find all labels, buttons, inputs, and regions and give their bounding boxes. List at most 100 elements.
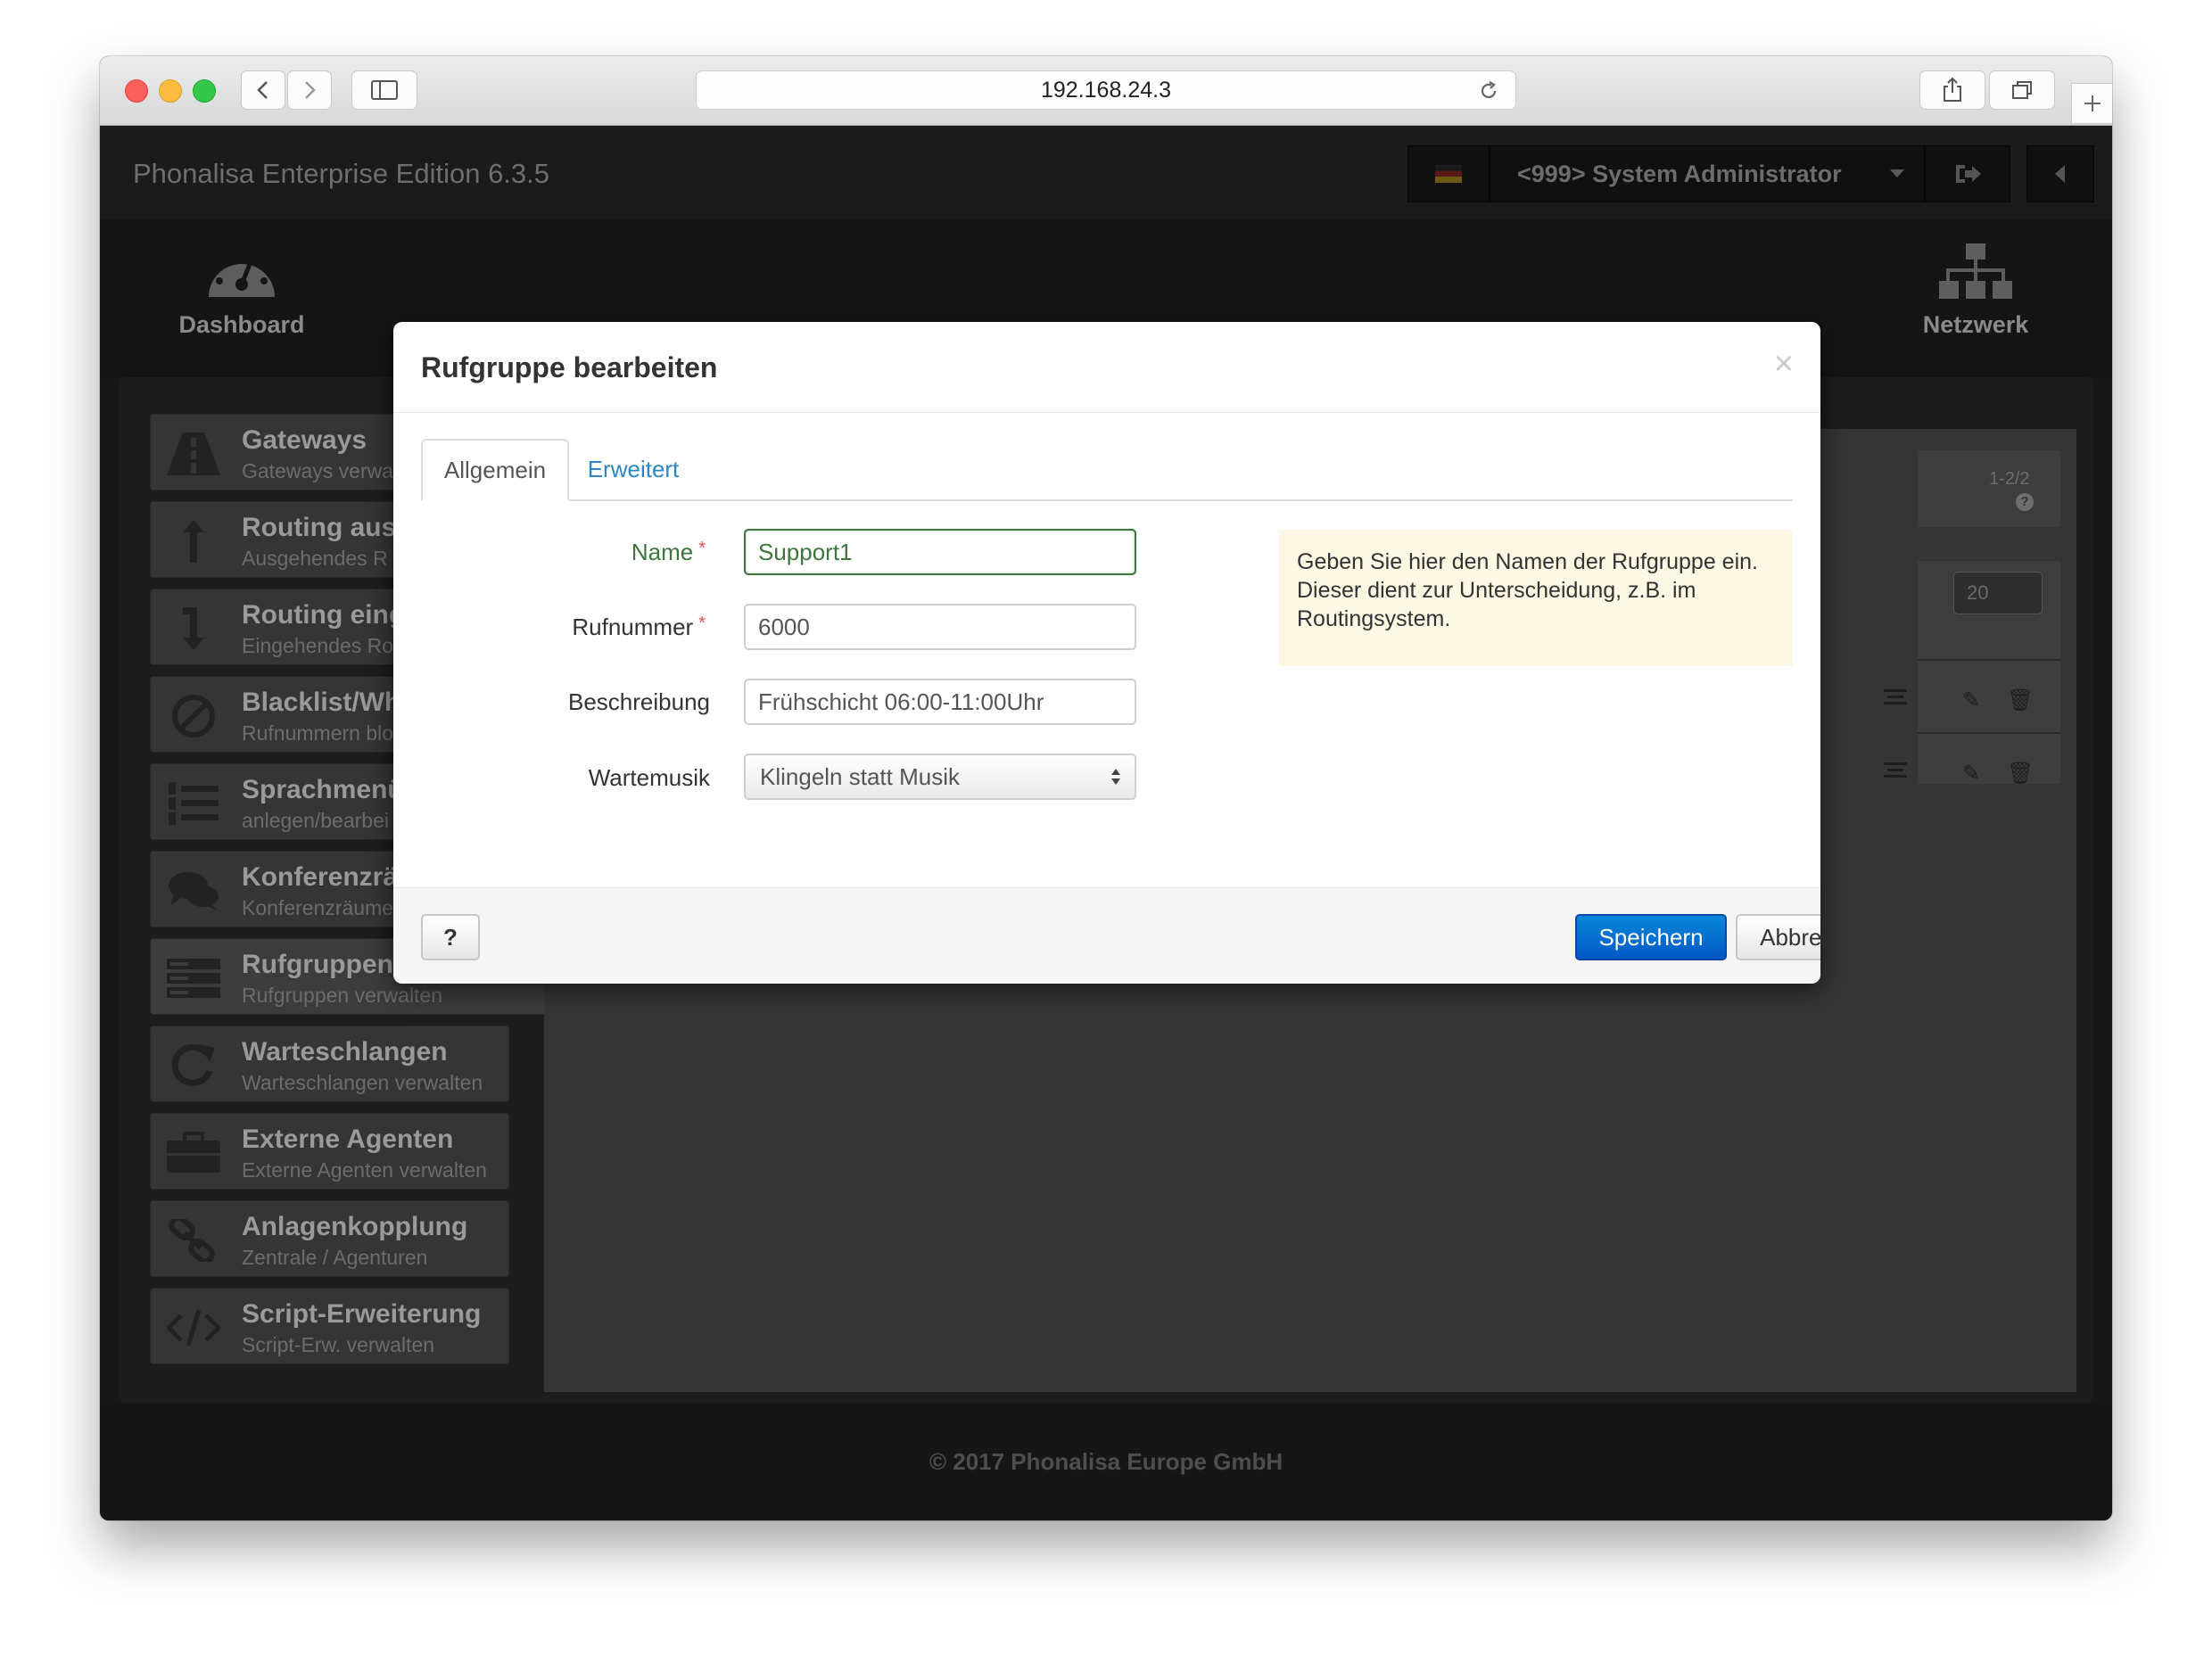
tab-general[interactable]: Allgemein	[421, 439, 569, 501]
description-input[interactable]: Frühschicht 06:00-11:00Uhr	[744, 679, 1136, 725]
number-input[interactable]: 6000	[744, 604, 1136, 650]
share-icon	[1944, 77, 1961, 102]
browser-toolbar: 192.168.24.3	[100, 56, 2112, 126]
logout-button[interactable]	[1925, 145, 2010, 202]
sidebar-item-subtitle: anlegen/bearbei	[242, 809, 389, 832]
number-label-text: Rufnummer	[572, 614, 694, 640]
name-label: Name *	[631, 539, 706, 566]
server-icon	[167, 959, 220, 998]
sidebar-item-subtitle: Zentrale / Agenturen	[242, 1246, 428, 1269]
sidebar-item-title: Rufgruppen	[242, 950, 393, 979]
language-button[interactable]	[1407, 145, 1490, 202]
sidebar-item-title: Blacklist/Wh	[242, 688, 401, 717]
sidebar-item-title: Script-Erweiterung	[242, 1299, 482, 1329]
address-bar[interactable]: 192.168.24.3	[696, 70, 1516, 110]
sidebar-item-script-extension[interactable]: Script-Erweiterung Script-Erw. verwalten	[150, 1288, 509, 1364]
back-button[interactable]	[241, 70, 285, 110]
sidebar-item-subtitle: Script-Erw. verwalten	[242, 1333, 435, 1356]
sidebar-item-subtitle: Externe Agenten verwalten	[242, 1158, 487, 1182]
music-label: Wartemusik	[588, 764, 710, 791]
list-icon[interactable]	[1882, 761, 1909, 780]
german-flag-icon	[1435, 165, 1462, 183]
sidebar-item-subtitle: Gateways verwa	[242, 459, 394, 482]
dashboard-module[interactable]	[205, 243, 278, 306]
share-button[interactable]	[1919, 70, 1985, 110]
sidebar-item-subtitle: Rufnummern blo	[242, 721, 394, 745]
sidebar-item-system-coupling[interactable]: Anlagenkopplung Zentrale / Agenturen	[150, 1200, 509, 1277]
collapse-button[interactable]	[2026, 145, 2094, 202]
save-button[interactable]: Speichern	[1575, 914, 1727, 960]
tabs-icon	[2012, 81, 2032, 99]
application: Phonalisa Enterprise Edition 6.3.5 <999>…	[100, 126, 2112, 1520]
dashboard-label[interactable]: Dashboard	[161, 311, 323, 339]
row-divider	[1918, 732, 2060, 734]
dashboard-gauge-icon	[209, 252, 275, 297]
sidebar-item-subtitle: Konferenzräume	[242, 896, 394, 919]
required-mark: *	[698, 614, 706, 633]
row-divider	[1918, 659, 2060, 661]
tabs-overview-button[interactable]	[1989, 70, 2055, 110]
copyright-text: © 2017 Phonalisa Europe GmbH	[929, 1447, 1283, 1475]
network-label[interactable]: Netzwerk	[1894, 311, 2057, 339]
dialog-title: Rufgruppe bearbeiten	[421, 351, 718, 383]
sidebar-item-title: Routing eing	[242, 600, 406, 630]
sidebar-item-queues[interactable]: Warteschlangen Warteschlangen verwalten	[150, 1026, 509, 1102]
sidebar-item-title: Sprachmenü	[242, 775, 404, 804]
sidebar-item-title: Warteschlangen	[242, 1037, 448, 1067]
sidebar-item-title: Konferenzrä	[242, 862, 399, 892]
url-text: 192.168.24.3	[1041, 77, 1171, 103]
ban-icon	[172, 695, 215, 737]
network-module[interactable]	[1939, 243, 2012, 306]
edit-ring-group-dialog: Rufgruppe bearbeiten × Allgemein Erweite…	[393, 322, 1820, 984]
sidebar-item-subtitle: Rufgruppen verwalten	[242, 984, 443, 1007]
sidebar-item-title: Routing aus	[242, 513, 397, 542]
network-sitemap-icon	[1939, 243, 2012, 299]
dialog-tabs: Allgemein Erweitert	[421, 439, 1793, 501]
sidebar-item-title: Anlagenkopplung	[242, 1212, 468, 1241]
sidebar-item-title: Externe Agenten	[242, 1124, 454, 1154]
browser-window: 192.168.24.3 Phonalisa Enterprise Editio…	[100, 56, 2112, 1520]
trash-icon[interactable]: 🗑	[2007, 761, 2034, 787]
number-label: Rufnummer *	[572, 614, 706, 641]
road-icon	[167, 432, 220, 475]
name-input[interactable]: Support1	[744, 529, 1136, 575]
select-arrows-icon	[1111, 769, 1120, 785]
sidebar-item-title: Gateways	[242, 425, 367, 455]
dialog-header: Rufgruppe bearbeiten ×	[393, 322, 1820, 413]
description-label: Beschreibung	[568, 688, 710, 715]
new-tab-button[interactable]	[2071, 83, 2112, 124]
forward-button[interactable]	[287, 70, 332, 110]
cancel-button[interactable]: Abbrechen	[1736, 914, 1820, 960]
close-icon[interactable]: ×	[1774, 345, 1794, 383]
reload-icon[interactable]	[1478, 80, 1499, 102]
edit-icon[interactable]: ✎	[1962, 688, 1980, 713]
edit-icon[interactable]: ✎	[1962, 761, 1980, 787]
sidebar-item-external-agents[interactable]: Externe Agenten Externe Agenten verwalte…	[150, 1113, 509, 1190]
tab-advanced[interactable]: Erweitert	[573, 439, 694, 499]
user-menu[interactable]: <999> System Administrator	[1490, 145, 1925, 202]
caret-left-icon	[2055, 165, 2065, 183]
chevron-right-icon	[305, 81, 316, 99]
name-input-value: Support1	[758, 538, 853, 565]
sidebar-toggle-button[interactable]	[351, 70, 417, 110]
app-title: Phonalisa Enterprise Edition 6.3.5	[133, 158, 550, 189]
trash-icon[interactable]: 🗑	[2007, 688, 2034, 713]
comments-icon	[169, 872, 219, 910]
help-hint-box: Geben Sie hier den Namen der Rufgruppe e…	[1279, 530, 1793, 666]
description-input-value: Frühschicht 06:00-11:00Uhr	[758, 688, 1044, 715]
zoom-window-button[interactable]	[193, 79, 216, 103]
user-name: <999> System Administrator	[1517, 160, 1842, 187]
logout-icon	[1956, 165, 1981, 183]
arrow-down-icon	[183, 607, 204, 650]
per-page-select[interactable]: 20	[1953, 572, 2043, 614]
link-icon	[169, 1219, 215, 1262]
music-label-wrap: Wartemusik	[393, 758, 710, 794]
hold-music-select[interactable]: Klingeln statt Musik	[744, 754, 1136, 800]
list-icon[interactable]	[1882, 688, 1909, 707]
close-window-button[interactable]	[125, 79, 148, 103]
arrow-up-icon	[183, 520, 204, 563]
plus-icon	[2084, 95, 2101, 111]
help-button[interactable]: ?	[421, 914, 480, 960]
help-icon[interactable]: ?	[2016, 493, 2034, 511]
minimize-window-button[interactable]	[159, 79, 182, 103]
